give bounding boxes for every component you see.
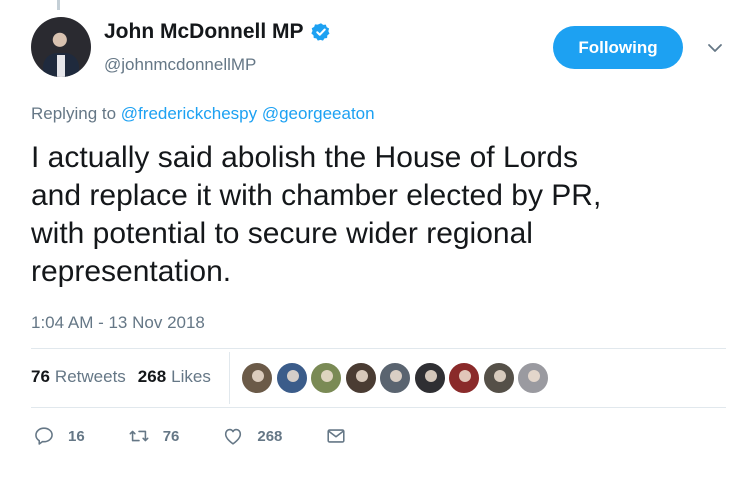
author-name[interactable]: John McDonnell MP — [104, 20, 304, 44]
tweet-text: I actually said abolish the House of Lor… — [31, 141, 602, 288]
liker-avatar-1[interactable] — [241, 362, 273, 394]
retweets-label[interactable]: Retweets — [55, 367, 126, 387]
mention-link[interactable]: @georgeeaton — [262, 104, 375, 123]
replying-to-line: Replying to @frederickchespy @georgeeato… — [31, 104, 375, 124]
reply-button[interactable]: 16 — [33, 425, 85, 447]
retweet-icon — [129, 430, 149, 442]
like-count: 268 — [257, 427, 283, 445]
stats-divider — [229, 352, 230, 404]
liker-avatar-9[interactable] — [517, 362, 549, 394]
liker-avatar-7[interactable] — [448, 362, 480, 394]
mention-link[interactable]: @frederickchespy — [121, 104, 257, 123]
liker-avatar-5[interactable] — [379, 362, 411, 394]
liker-avatars — [241, 362, 552, 394]
like-button[interactable]: 268 — [222, 425, 282, 447]
liker-avatar-3[interactable] — [310, 362, 342, 394]
divider — [31, 407, 726, 408]
avatar-shirt — [57, 55, 65, 77]
following-button[interactable]: Following — [553, 26, 683, 69]
tweet-actions: 16 76 268 — [33, 425, 403, 447]
divider — [31, 348, 726, 349]
author-name-row: John McDonnell MP — [104, 20, 331, 44]
avatar[interactable] — [31, 17, 91, 77]
replying-to-prefix: Replying to — [31, 104, 117, 123]
chevron-down-icon[interactable] — [707, 42, 723, 54]
likes-count[interactable]: 268 — [138, 367, 166, 387]
engagement-stats: 76 Retweets 268 Likes — [31, 367, 223, 387]
retweet-button[interactable]: 76 — [128, 425, 180, 447]
reply-icon — [35, 427, 53, 445]
liker-avatar-8[interactable] — [482, 362, 515, 394]
liker-avatar-4[interactable] — [344, 362, 377, 394]
heart-icon — [225, 428, 242, 445]
direct-message-button[interactable] — [325, 425, 360, 447]
liker-avatar-6[interactable] — [413, 362, 446, 394]
author-handle[interactable]: @johnmcdonnellMP — [104, 55, 256, 75]
retweet-count: 76 — [162, 427, 180, 445]
tweet-timestamp[interactable]: 1:04 AM - 13 Nov 2018 — [31, 313, 205, 333]
thread-line — [57, 0, 60, 10]
liker-avatar-2[interactable] — [275, 362, 308, 394]
reply-count: 16 — [68, 427, 85, 445]
likes-label[interactable]: Likes — [171, 367, 211, 387]
envelope-icon — [327, 429, 345, 443]
verified-badge-icon — [310, 23, 329, 41]
retweets-count[interactable]: 76 — [31, 367, 50, 387]
